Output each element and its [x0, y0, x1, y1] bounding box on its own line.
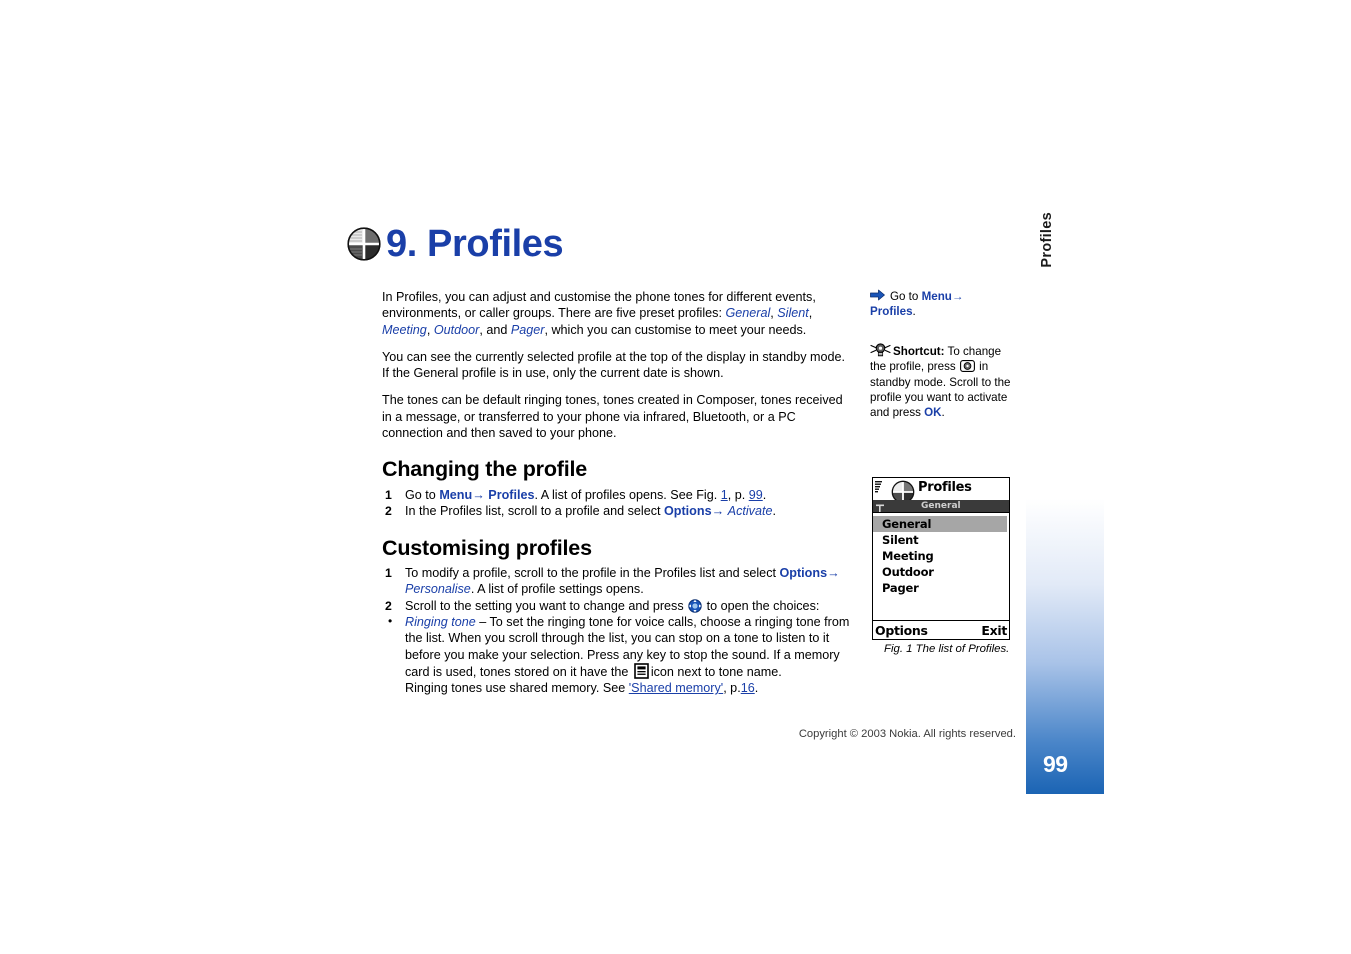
step-item: 1 Go to Menu→ Profiles. A list of profile…	[382, 487, 854, 503]
goto-prefix: Go to	[890, 290, 919, 303]
step-text-mid: . A list of profiles opens. See Fig.	[534, 487, 721, 502]
step-number: 2	[385, 598, 392, 613]
bullet-followup-end: .	[754, 681, 759, 696]
bullet-followup-pre: Ringing tones use shared memory. See	[405, 681, 629, 696]
list-item-outdoor[interactable]: Outdoor	[873, 564, 1009, 580]
document-page: 9. Profiles In Profiles, you can adjust …	[0, 0, 1351, 954]
side-tab-label: Profiles	[1039, 212, 1055, 268]
link-menu[interactable]: Menu	[439, 488, 472, 502]
profile-name-outdoor: Outdoor	[433, 322, 480, 337]
phone-softkey-bar: Options Exit	[873, 620, 1009, 639]
steps-changing-the-profile: 1 Go to Menu→ Profiles. A list of profile…	[382, 487, 854, 520]
link-menu[interactable]: Menu	[922, 290, 952, 303]
phone-screen-title: Profiles	[918, 480, 972, 495]
sep-3: ,	[426, 322, 434, 337]
softkey-ok-reference[interactable]: OK	[924, 406, 941, 419]
arrow-glyph: →	[951, 290, 964, 303]
phone-status-bar: Profiles General	[873, 478, 1009, 513]
link-page-16[interactable]: 16	[741, 681, 755, 695]
page-title: 9. Profiles	[386, 223, 564, 265]
figure-phone-screenshot: Profiles General General Silent Meeting …	[872, 477, 1012, 657]
list-item-meeting[interactable]: Meeting	[873, 548, 1009, 564]
step-number: 1	[385, 487, 392, 502]
menu-item-personalise[interactable]: Personalise	[405, 582, 471, 596]
profile-name-general: General	[725, 306, 771, 321]
phone-profiles-list: General Silent Meeting Outdoor Pager	[873, 513, 1009, 620]
chapter-heading: 9. Profiles	[344, 216, 564, 272]
step-number: 2	[385, 504, 392, 519]
navigation-key-icon	[959, 360, 975, 373]
softkey-options[interactable]: Options	[875, 623, 928, 638]
sep-4: , and	[479, 322, 511, 337]
link-figure-1[interactable]: 1	[721, 488, 728, 502]
step-text-prefix: Scroll to the setting you want to change…	[405, 598, 688, 613]
step-text-period: .	[762, 487, 767, 502]
setting-ringing-tone[interactable]: Ringing tone	[405, 615, 476, 629]
lightbulb-tip-icon	[870, 342, 891, 358]
bullet-text-b: icon next to tone name.	[650, 664, 782, 679]
intro-paragraph-1: In Profiles, you can adjust and customis…	[382, 289, 854, 338]
list-item-silent[interactable]: Silent	[873, 532, 1009, 548]
step-item: 2 In the Profiles list, scroll to a profi…	[382, 503, 854, 519]
shortcut-label: Shortcut:	[893, 344, 945, 358]
profiles-sphere-icon	[344, 224, 384, 264]
profile-name-pager: Pager	[510, 322, 545, 337]
sep-2: ,	[808, 306, 813, 321]
softkey-exit[interactable]: Exit	[981, 623, 1007, 638]
section-heading-changing-the-profile: Changing the profile	[382, 457, 588, 482]
link-shared-memory[interactable]: 'Shared memory'	[629, 681, 723, 695]
step-text-prefix: In the Profiles list, scroll to a profil…	[405, 504, 664, 519]
main-text-column: In Profiles, you can adjust and customis…	[382, 289, 854, 696]
step-text-goto: Go to	[405, 487, 440, 502]
phone-active-profile: General	[921, 501, 961, 511]
shortcut-note: Shortcut: To change the profile, press i…	[870, 342, 1018, 421]
arrow-glyph: →	[711, 504, 725, 519]
figure-caption: Fig. 1 The list of Profiles.	[884, 643, 1010, 655]
section-heading-customising-profiles: Customising profiles	[382, 535, 592, 560]
shortcut-end: .	[941, 406, 945, 420]
step-item: 2 Scroll to the setting you want to chang…	[382, 598, 854, 614]
step-text-suffix: to open the choices:	[703, 598, 820, 613]
chapter-side-tab: Profiles 99	[1026, 138, 1104, 794]
step-item: 1 To modify a profile, scroll to the prof…	[382, 565, 854, 598]
bullet-followup-mid: , p.	[723, 681, 741, 696]
memory-card-file-icon	[634, 663, 649, 679]
signal-strength-icon	[875, 480, 884, 494]
link-profiles[interactable]: Profiles	[488, 488, 534, 502]
intro-run-end: , which you can customise to meet your n…	[544, 322, 807, 337]
profile-name-meeting: Meeting	[382, 322, 427, 337]
intro-paragraph-3: The tones can be default ringing tones, …	[382, 393, 843, 441]
link-page-99[interactable]: 99	[749, 488, 763, 502]
profile-name-silent: Silent	[777, 306, 809, 321]
steps-customising-profiles: 1 To modify a profile, scroll to the prof…	[382, 565, 854, 614]
step-text-prefix: To modify a profile, scroll to the profi…	[405, 566, 780, 581]
intro-paragraph-2: You can see the currently selected profi…	[382, 349, 845, 381]
list-item-general[interactable]: General	[873, 516, 1007, 532]
list-item-pager[interactable]: Pager	[873, 580, 1009, 596]
arrow-glyph: →	[472, 487, 485, 502]
page-number: 99	[1043, 751, 1068, 777]
copyright-notice: Copyright © 2003 Nokia. All rights reser…	[798, 728, 1016, 740]
antenna-icon	[875, 500, 885, 512]
step-text-suffix: . A list of profile settings opens.	[470, 582, 644, 597]
step-text-period: .	[772, 504, 776, 519]
link-options[interactable]: Options	[664, 504, 712, 518]
link-options[interactable]: Options	[780, 566, 828, 580]
step-number: 1	[385, 566, 392, 581]
bullet-list-settings: • Ringing tone – To set the ringing tone …	[382, 614, 854, 696]
goto-note: Go to Menu→ Profiles.	[870, 289, 1018, 320]
goto-end: .	[912, 305, 916, 319]
bullet-glyph: •	[388, 613, 393, 628]
menu-item-activate[interactable]: Activate	[728, 504, 773, 518]
arrow-glyph: →	[827, 566, 840, 581]
navigation-key-icon	[688, 598, 702, 613]
list-item: • Ringing tone – To set the ringing tone …	[382, 614, 854, 696]
margin-note-column: Go to Menu→ Profiles. Shortcut: To chang…	[870, 289, 1018, 421]
phone-screen: Profiles General General Silent Meeting …	[872, 477, 1010, 640]
step-text-p: , p.	[727, 487, 749, 502]
link-profiles[interactable]: Profiles	[870, 305, 913, 318]
right-arrow-icon	[870, 289, 885, 301]
